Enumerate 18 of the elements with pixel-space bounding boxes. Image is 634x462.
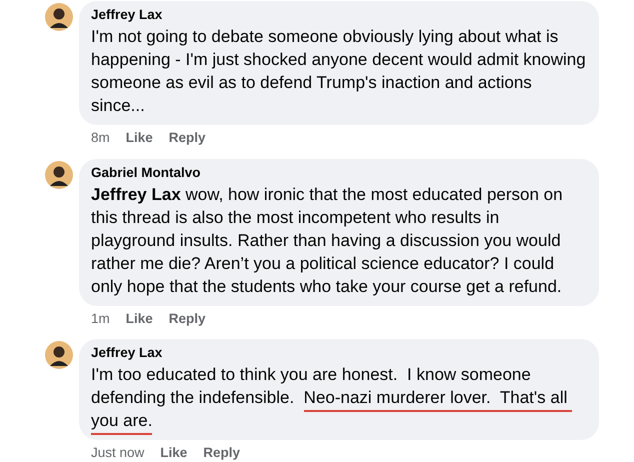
author-name[interactable]: Jeffrey Lax xyxy=(91,5,587,26)
comment-time: 8m xyxy=(91,129,110,148)
like-link[interactable]: Like xyxy=(126,128,153,148)
avatar-icon[interactable] xyxy=(45,341,73,369)
comment-text: I'm not going to debate someone obviously lying about what is happening - I'm just shocked anyone decent would admit knowing someone as evil as to defend Trump's inaction and actions since... xyxy=(91,26,587,118)
avatar-icon[interactable] xyxy=(45,3,73,31)
comment-time: 1m xyxy=(91,310,110,328)
avatar-icon[interactable] xyxy=(45,160,73,188)
reply-link[interactable]: Reply xyxy=(168,308,206,329)
author-name[interactable]: Gabriel Montalvo xyxy=(91,162,587,183)
reply-link[interactable]: Reply xyxy=(203,443,240,462)
like-link[interactable]: Like xyxy=(160,443,188,462)
comment-time: Just now xyxy=(91,444,144,462)
comment-text: I'm too educated to think you are honest. I know someone defending the indefensible. Neo-nazi murderer lover. That's all you are. xyxy=(91,363,587,432)
reply-link[interactable]: Reply xyxy=(168,128,206,148)
comment-text: Jeffrey Lax wow, how ironic that the most educated person on this thread is also the most incompetent who results in playground insults. Rather than having a discussion you would rather me die? Aren’t you a political science educator? I could only hope that the students who take your course get a refund. xyxy=(91,184,564,298)
author-name[interactable]: Jeffrey Lax xyxy=(91,343,587,364)
like-link[interactable]: Like xyxy=(126,308,153,329)
